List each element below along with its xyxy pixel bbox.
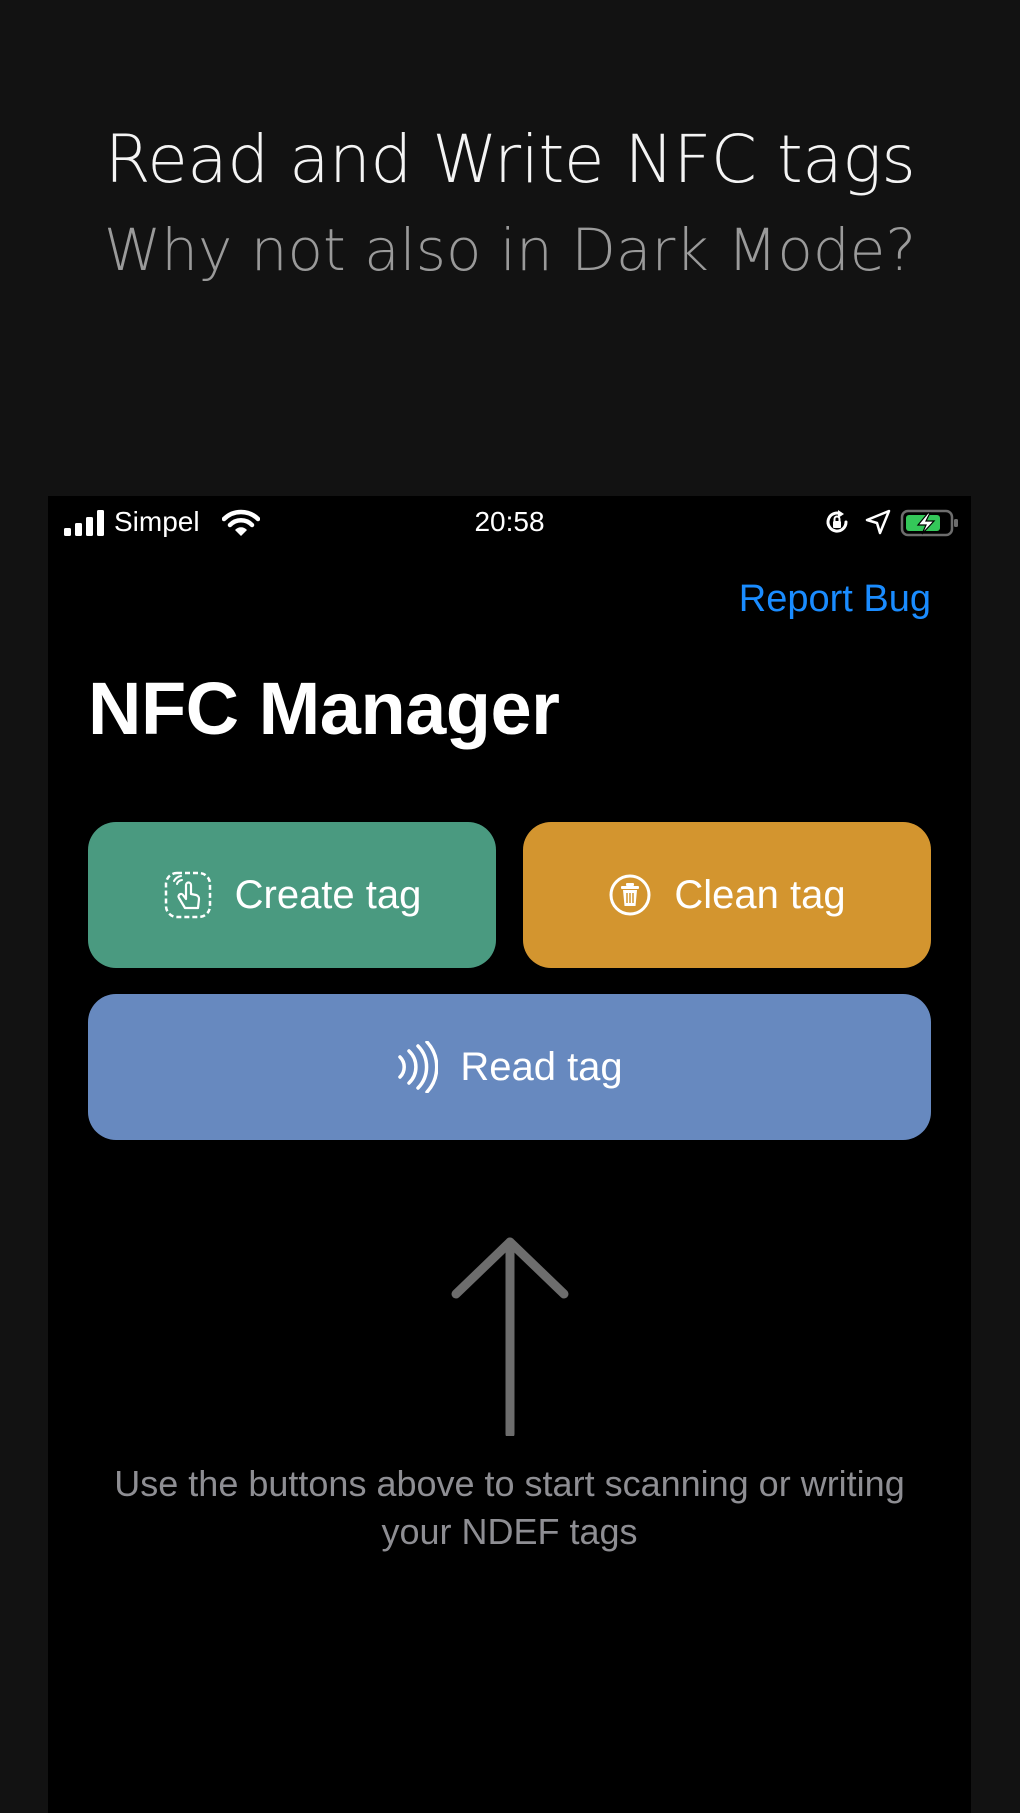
- phone-screen: Simpel 20:58 Report Bug NFC Manager Crea…: [48, 496, 971, 1813]
- empty-state-hint: Use the buttons above to start scanning …: [114, 1463, 905, 1552]
- read-tag-label: Read tag: [460, 1044, 623, 1089]
- create-tag-label: Create tag: [234, 872, 422, 917]
- location-icon: [865, 509, 891, 535]
- tap-hand-icon: [163, 870, 213, 920]
- create-tag-button[interactable]: Create tag: [88, 822, 496, 968]
- report-bug-button[interactable]: Report Bug: [739, 576, 931, 622]
- clean-tag-button[interactable]: Clean tag: [523, 822, 931, 968]
- arrow-up-icon: [451, 1237, 569, 1436]
- trash-icon: [608, 873, 652, 917]
- read-tag-button[interactable]: Read tag: [88, 994, 931, 1140]
- promo-page: Read and Write NFC tags Why not also in …: [0, 0, 1020, 1813]
- clean-tag-label: Clean tag: [674, 872, 846, 917]
- promo-subtitle: Why not also in Dark Mode?: [103, 216, 917, 284]
- app-title: NFC Manager: [88, 667, 560, 750]
- rotation-lock-icon: [826, 510, 848, 533]
- battery-charging-icon: [900, 509, 958, 537]
- nfc-waves-icon: [396, 1041, 439, 1093]
- status-bar: Simpel 20:58: [48, 496, 971, 548]
- promo-title: Read and Write NFC tags: [104, 121, 916, 198]
- promo-header: Read and Write NFC tags Why not also in …: [0, 118, 1020, 292]
